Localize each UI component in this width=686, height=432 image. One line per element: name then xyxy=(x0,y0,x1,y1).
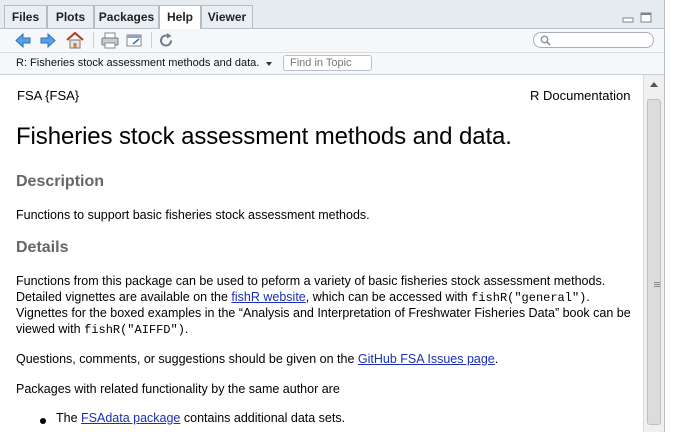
forward-arrow-icon[interactable] xyxy=(38,31,58,50)
doc-package-label: FSA {FSA} xyxy=(17,88,80,103)
chevron-down-icon[interactable] xyxy=(266,62,272,66)
list-item-text: The xyxy=(56,411,82,425)
help-search-input[interactable] xyxy=(533,32,654,48)
pane-border xyxy=(665,0,686,432)
back-arrow-icon[interactable] xyxy=(13,31,33,50)
minimize-pane-icon[interactable] xyxy=(622,12,634,23)
toolbar-separator xyxy=(93,32,94,48)
code-fishr-general: fishR("general") xyxy=(471,290,587,305)
details-text: . xyxy=(494,352,499,366)
tab-packages[interactable]: Packages xyxy=(94,5,159,28)
fishr-website-link[interactable]: fishR website xyxy=(231,290,305,304)
list-item: The FSAdata package contains additional … xyxy=(56,411,642,427)
tab-plots[interactable]: Plots xyxy=(47,5,94,28)
refresh-icon[interactable] xyxy=(156,31,176,50)
list-item-text: contains additional data sets. xyxy=(180,411,346,425)
details-text: , which can be accessed with xyxy=(305,289,472,304)
find-in-topic-input[interactable] xyxy=(283,55,372,71)
toolbar-separator xyxy=(151,32,152,48)
code-fishr-aiffd: fishR("AIFFD") xyxy=(84,322,185,337)
tab-help[interactable]: Help xyxy=(159,5,201,29)
tab-viewer[interactable]: Viewer xyxy=(201,5,253,28)
description-heading: Description xyxy=(16,173,105,190)
description-text: Functions to support basic fisheries sto… xyxy=(16,208,370,222)
home-icon[interactable] xyxy=(65,31,85,50)
details-heading: Details xyxy=(16,239,69,256)
list-bullet xyxy=(40,418,46,424)
maximize-pane-icon[interactable] xyxy=(640,12,652,23)
details-paragraph-3: Packages with related functionality by t… xyxy=(16,382,340,396)
tab-files[interactable]: Files xyxy=(4,5,47,28)
show-in-window-icon[interactable] xyxy=(124,31,144,50)
details-text: . xyxy=(184,321,189,336)
page-title: Fisheries stock assessment methods and d… xyxy=(16,123,512,150)
help-pane: Files Plots Packages Help Viewer R: Fish… xyxy=(0,0,665,432)
topic-dropdown[interactable]: R: Fisheries stock assessment methods an… xyxy=(16,56,259,71)
scrollbar-grip-icon xyxy=(654,282,660,283)
details-paragraph-1: Functions from this package can be used … xyxy=(16,274,636,338)
details-paragraph-2: Questions, comments, or suggestions shou… xyxy=(16,352,636,368)
print-icon[interactable] xyxy=(100,31,120,50)
github-fsa-issues-link[interactable]: GitHub FSA Issues page xyxy=(358,352,495,366)
scrollbar-thumb[interactable] xyxy=(647,99,661,425)
scroll-up-arrow-icon[interactable] xyxy=(650,82,658,87)
topic-bar: R: Fisheries stock assessment methods an… xyxy=(0,53,664,75)
help-content: FSA {FSA} R Documentation Fisheries stoc… xyxy=(0,75,642,432)
doc-type-label: R Documentation xyxy=(530,88,631,103)
details-text: Questions, comments, or suggestions shou… xyxy=(16,352,358,366)
help-toolbar xyxy=(0,29,664,53)
vertical-scrollbar[interactable] xyxy=(643,75,664,432)
search-icon xyxy=(540,35,551,46)
fsadata-package-link[interactable]: FSAdata package xyxy=(81,411,180,425)
pane-tab-bar: Files Plots Packages Help Viewer xyxy=(0,0,664,29)
